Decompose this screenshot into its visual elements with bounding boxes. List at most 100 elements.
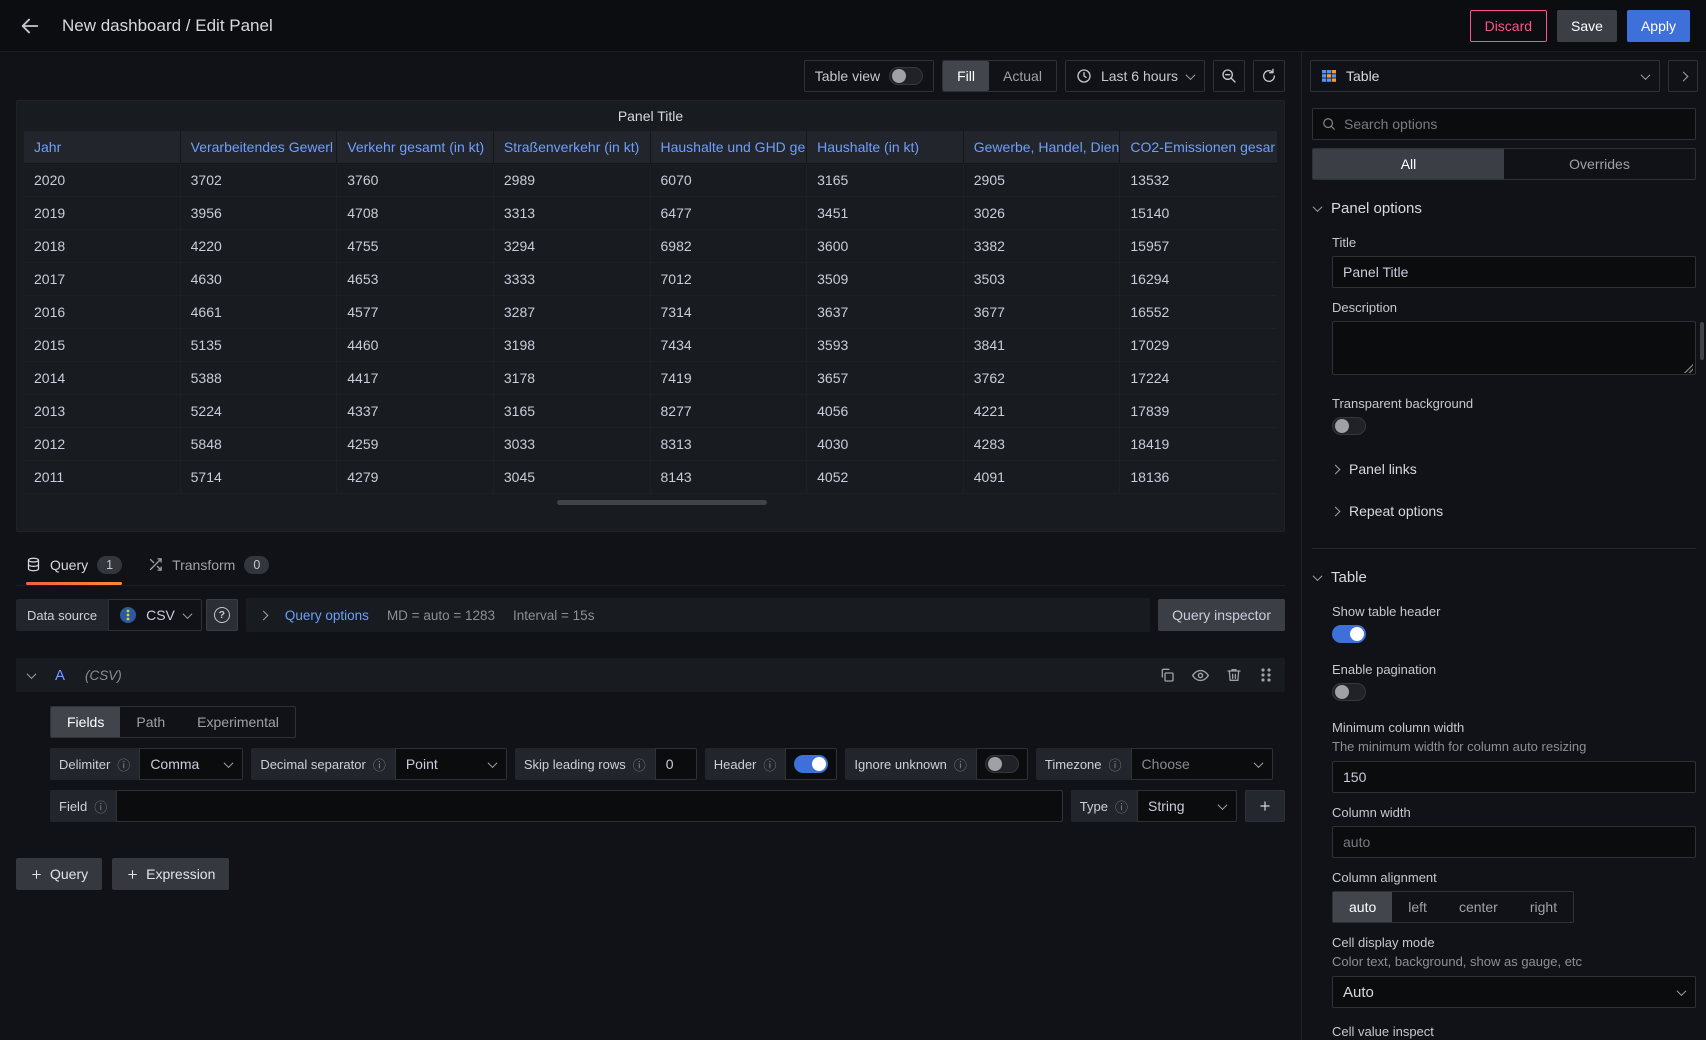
column-header[interactable]: Gewerbe, Handel, Dien	[964, 131, 1121, 164]
description-textarea[interactable]	[1332, 321, 1696, 375]
column-alignment-label: Column alignment	[1332, 870, 1696, 885]
column-header[interactable]: Straßenverkehr (in kt)	[494, 131, 651, 164]
table-cell: 4259	[337, 428, 494, 461]
decimal-separator-select[interactable]: Point	[395, 748, 507, 780]
info-icon	[763, 755, 776, 774]
tab-query[interactable]: Query 1	[26, 544, 122, 585]
query-options-link[interactable]: Query options	[285, 608, 369, 623]
column-header[interactable]: Haushalte und GHD ge	[651, 131, 808, 164]
tab-query-label: Query	[50, 557, 88, 573]
discard-button[interactable]: Discard	[1470, 10, 1547, 42]
options-pane-scrollbar[interactable]	[1700, 322, 1704, 360]
add-expression-button[interactable]: Expression	[112, 858, 229, 890]
table-cell: 3762	[964, 362, 1121, 395]
section-table[interactable]: Table	[1312, 549, 1696, 592]
panel-title[interactable]: Panel Title	[17, 101, 1284, 131]
cell-display-mode-select[interactable]: Auto	[1332, 976, 1696, 1008]
query-inspector-button[interactable]: Query inspector	[1158, 599, 1285, 631]
zoom-out-button[interactable]	[1213, 60, 1245, 92]
table-viz-icon	[1321, 68, 1337, 84]
min-column-width-input[interactable]	[1332, 761, 1696, 793]
drag-handle-icon[interactable]	[1259, 667, 1273, 684]
add-query-button[interactable]: Query	[16, 858, 102, 890]
help-circle-icon: ?	[214, 607, 230, 623]
table-view-toggle-box[interactable]: Table view	[804, 60, 934, 92]
hide-response-eye-icon[interactable]	[1192, 667, 1209, 684]
tab-path[interactable]: Path	[120, 707, 181, 737]
add-field-button[interactable]	[1245, 790, 1285, 822]
datasource-help-button[interactable]: ?	[206, 599, 238, 631]
apply-button[interactable]: Apply	[1627, 10, 1690, 42]
delimiter-select[interactable]: Comma	[139, 748, 243, 780]
filter-overrides[interactable]: Overrides	[1504, 149, 1695, 179]
actual-option[interactable]: Actual	[989, 61, 1056, 91]
type-select[interactable]: String	[1137, 790, 1237, 822]
datasource-picker[interactable]: CSV	[108, 599, 202, 631]
chevron-right-icon[interactable]	[258, 610, 268, 620]
column-header[interactable]: Jahr	[24, 131, 181, 164]
column-header[interactable]: CO2-Emissionen gesar	[1120, 131, 1277, 164]
table-cell: 8313	[651, 428, 808, 461]
column-width-input[interactable]	[1332, 826, 1696, 858]
back-arrow-icon[interactable]	[16, 12, 44, 40]
tab-fields[interactable]: Fields	[51, 707, 120, 737]
ignore-unknown-switch[interactable]	[985, 755, 1019, 773]
skip-leading-rows-input-box	[655, 748, 697, 780]
transparent-background-switch[interactable]	[1332, 417, 1366, 435]
chevron-right-icon	[1678, 71, 1688, 81]
collapse-options-pane-button[interactable]	[1668, 60, 1698, 92]
panel-title-input[interactable]	[1332, 256, 1696, 288]
editor-tabs: Query 1 Transform 0	[16, 544, 1285, 586]
tab-transform[interactable]: Transform 0	[148, 544, 269, 585]
remove-query-trash-icon[interactable]	[1226, 667, 1242, 684]
field-input[interactable]	[127, 798, 1052, 814]
timezone-select[interactable]: Choose	[1131, 748, 1273, 780]
options-search-input[interactable]	[1344, 116, 1686, 132]
collapse-chevron-icon[interactable]	[27, 669, 37, 679]
section-panel-options[interactable]: Panel options	[1312, 180, 1696, 223]
table-cell: 2011	[24, 461, 181, 494]
table-cell: 8277	[651, 395, 808, 428]
align-auto-option[interactable]: auto	[1333, 892, 1392, 922]
visualization-picker[interactable]: Table	[1310, 60, 1660, 92]
enable-pagination-switch[interactable]	[1332, 683, 1366, 701]
column-header[interactable]: Verarbeitendes Gewerl	[181, 131, 338, 164]
table-view-label: Table view	[815, 68, 880, 84]
refresh-button[interactable]	[1253, 60, 1285, 92]
skip-leading-rows-input[interactable]	[666, 756, 686, 772]
header-switch[interactable]	[794, 755, 828, 773]
duplicate-query-icon[interactable]	[1159, 667, 1175, 684]
save-button[interactable]: Save	[1557, 10, 1617, 42]
refresh-icon	[1261, 68, 1277, 84]
horizontal-scrollbar[interactable]	[557, 500, 767, 505]
table-cell: 2015	[24, 329, 181, 362]
table-cell: 3294	[494, 230, 651, 263]
skip-leading-rows-label: Skip leading rows	[515, 748, 655, 780]
table-cell: 6982	[651, 230, 808, 263]
time-range-picker[interactable]: Last 6 hours	[1065, 60, 1205, 92]
panel-links-collapse[interactable]: Panel links	[1332, 448, 1696, 490]
data-table-head-row: JahrVerarbeitendes GewerlVerkehr gesamt …	[24, 131, 1277, 164]
table-view-switch[interactable]	[889, 67, 923, 85]
table-cell: 7419	[651, 362, 808, 395]
align-right-option[interactable]: right	[1514, 892, 1573, 922]
info-icon	[1115, 797, 1128, 816]
align-center-option[interactable]: center	[1443, 892, 1514, 922]
align-left-option[interactable]: left	[1392, 892, 1443, 922]
column-header[interactable]: Haushalte (in kt)	[807, 131, 964, 164]
query-row-header[interactable]: A (CSV)	[16, 658, 1285, 692]
column-header[interactable]: Verkehr gesamt (in kt)	[337, 131, 494, 164]
tab-experimental[interactable]: Experimental	[181, 707, 295, 737]
table-cell: 2012	[24, 428, 181, 461]
table-row: 201453884417317874193657376217224	[24, 362, 1277, 395]
interval-text: Interval = 15s	[513, 608, 594, 623]
table-cell: 3313	[494, 197, 651, 230]
table-cell: 16552	[1120, 296, 1277, 329]
fill-option[interactable]: Fill	[943, 61, 989, 91]
table-cell: 4577	[337, 296, 494, 329]
repeat-options-collapse[interactable]: Repeat options	[1332, 490, 1696, 532]
show-table-header-switch[interactable]	[1332, 625, 1366, 643]
filter-all[interactable]: All	[1313, 149, 1504, 179]
data-table-body: 2020370237602989607031652905135322019395…	[24, 164, 1277, 494]
csv-options-row: Delimiter Comma Decimal separator Point	[50, 748, 1285, 780]
